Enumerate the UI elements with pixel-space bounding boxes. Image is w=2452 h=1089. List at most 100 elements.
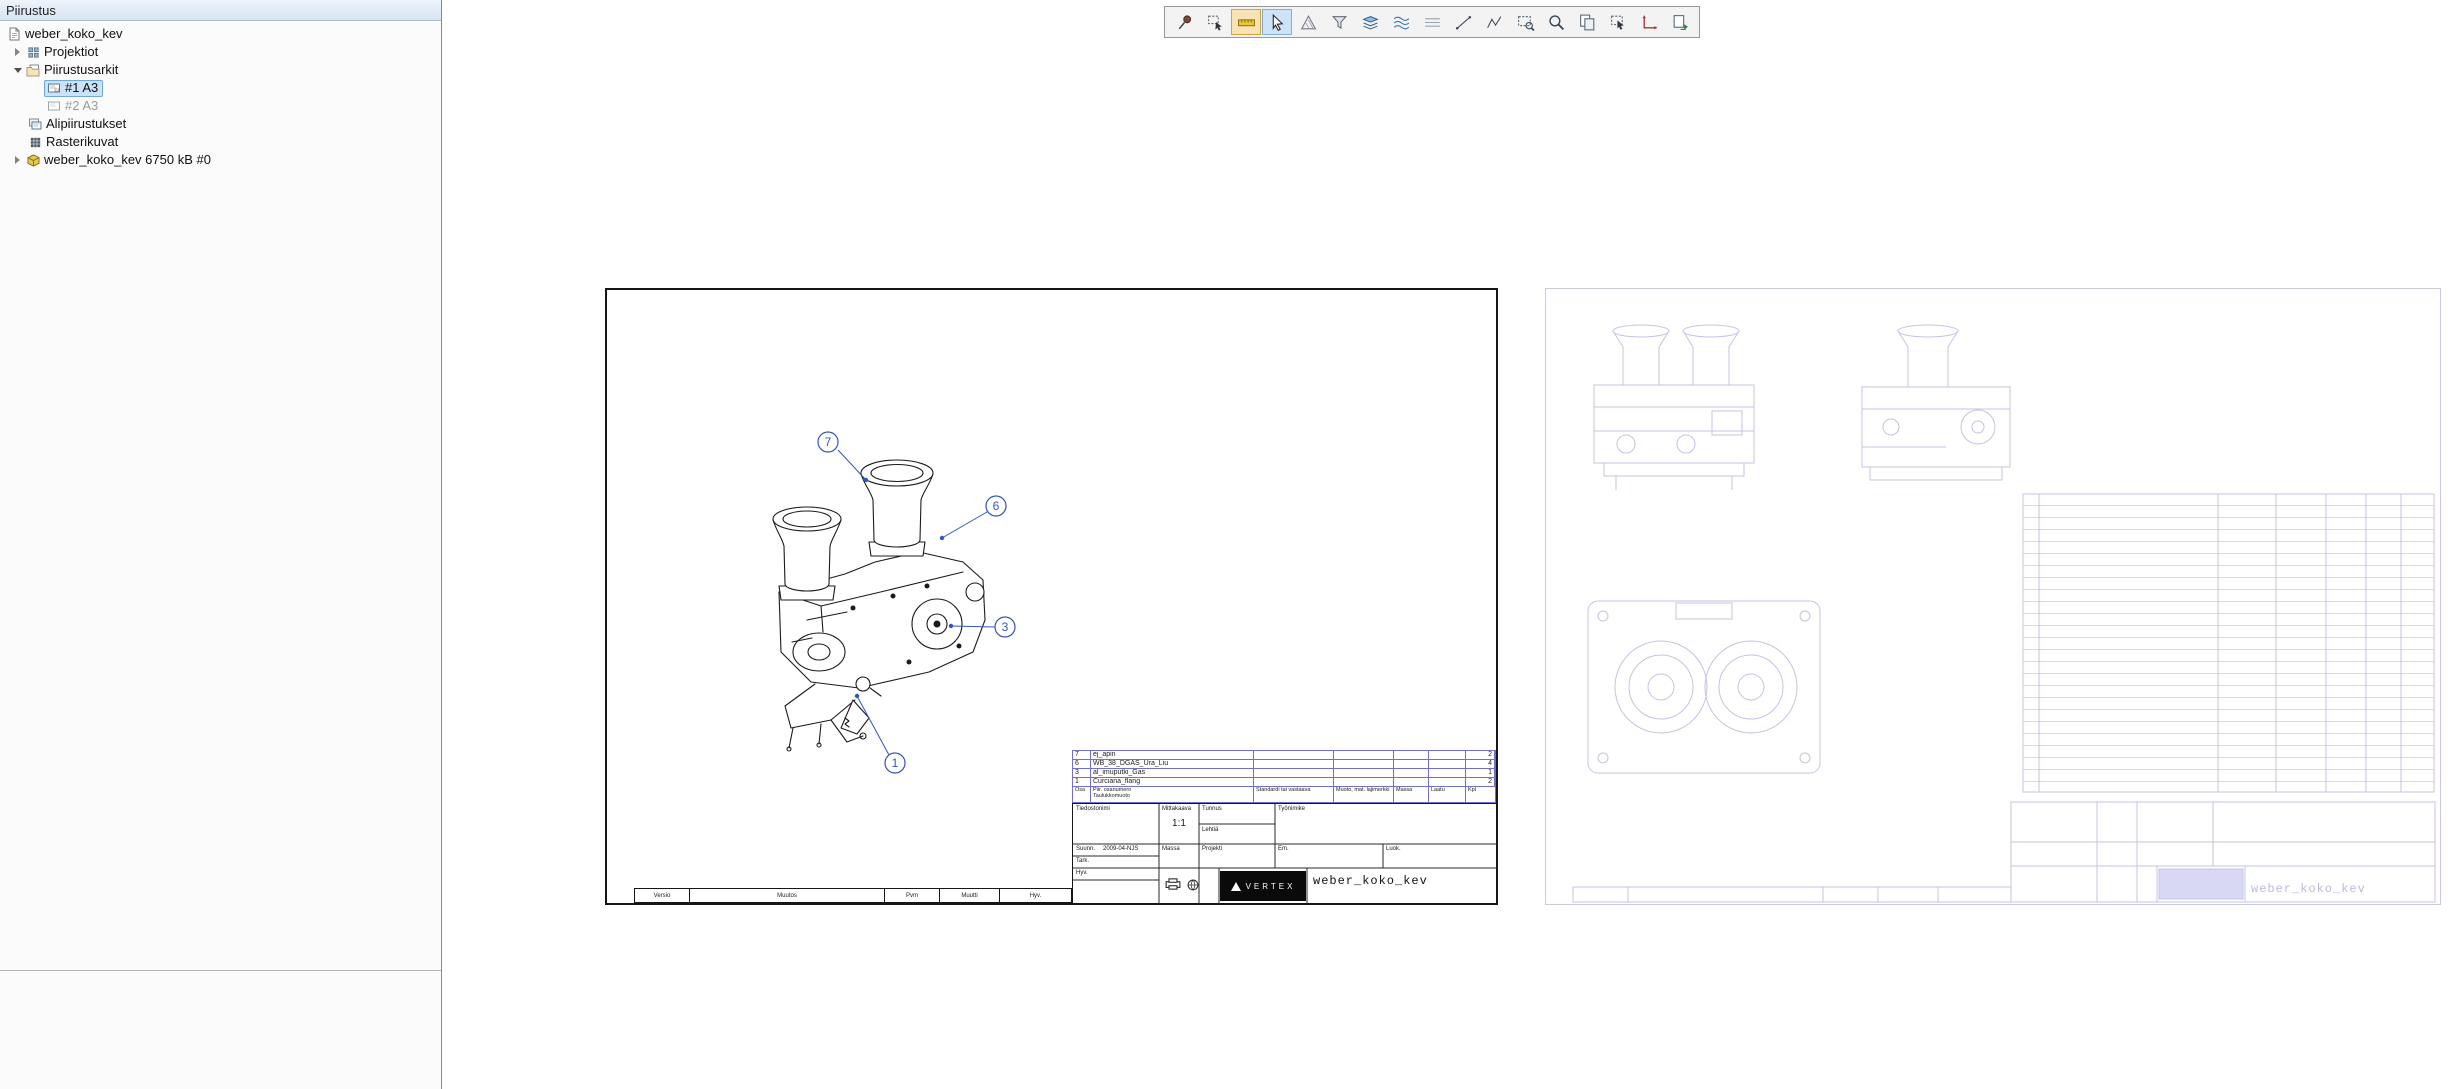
tree-item-model-weber-koko-kev[interactable]: weber_koko_kev 6750 kB #0 bbox=[0, 151, 441, 169]
tree-item-label: #2 A3 bbox=[65, 97, 98, 115]
bom-qty: 2 bbox=[1466, 751, 1495, 760]
sheets-folder-icon bbox=[25, 63, 41, 78]
id-label: Tunnus bbox=[1202, 806, 1222, 813]
zoom-tool-button[interactable] bbox=[1541, 9, 1571, 35]
title-label: Työnimike bbox=[1278, 806, 1305, 813]
surfaces-tool-button[interactable] bbox=[1386, 9, 1416, 35]
drawing-sheet-1[interactable]: 7 6 3 1 7 ej_apin 2 6 bbox=[605, 288, 1498, 905]
bom-cell bbox=[1254, 769, 1334, 778]
tree-item-label: Piirustusarkit bbox=[44, 61, 118, 79]
tree-item-weber-koko-kev[interactable]: weber_koko_kev bbox=[0, 25, 441, 43]
bom-cell bbox=[1394, 769, 1429, 778]
bom-header-mass: Massa bbox=[1394, 787, 1429, 802]
title-block: Tiedostonimi Mittakaava 1:1 Tunnus Lehti… bbox=[1072, 803, 1496, 903]
axes-tool-button[interactable] bbox=[1634, 9, 1664, 35]
tree-item-sheet-2-a3[interactable]: #2 A3 bbox=[0, 97, 441, 115]
filter-tool-button[interactable] bbox=[1324, 9, 1354, 35]
revision-col-muutos: Muutos bbox=[690, 889, 885, 902]
bom-part-name: ej_apin bbox=[1091, 751, 1254, 760]
drawing-name: weber_koko_kev bbox=[1313, 878, 1428, 885]
pin-tool-button[interactable] bbox=[1169, 9, 1199, 35]
bom-cell bbox=[1394, 778, 1429, 787]
vertex-logo-text: VERTEX bbox=[1246, 882, 1296, 891]
line-tool-button[interactable] bbox=[1448, 9, 1478, 35]
hatch-tool-button[interactable] bbox=[1293, 9, 1323, 35]
model-3d-icon bbox=[25, 153, 41, 168]
bom-qty: 2 bbox=[1466, 778, 1495, 787]
balloon-1-number: 1 bbox=[892, 756, 899, 770]
polyline-tool-button[interactable] bbox=[1479, 9, 1509, 35]
tree-item-alipiirustukset[interactable]: Alipiirustukset bbox=[0, 115, 441, 133]
expand-collapsed-icon[interactable] bbox=[12, 47, 23, 58]
projects-icon bbox=[25, 45, 41, 60]
bom-header-qty: Kpl bbox=[1466, 787, 1495, 802]
balloon-7[interactable]: 7 bbox=[818, 432, 868, 482]
globe-icon[interactable] bbox=[1187, 879, 1199, 894]
raster-image-icon bbox=[27, 135, 43, 150]
file-label: Tiedostonimi bbox=[1076, 806, 1110, 813]
new-sheet-tool-button[interactable] bbox=[1665, 9, 1695, 35]
tree-item-projektiot[interactable]: Projektiot bbox=[0, 43, 441, 61]
parts-list: 7 ej_apin 2 6 WB_38_DGAS_Ura_Liu 4 3 al_… bbox=[1072, 750, 1496, 803]
tree-item-label: Rasterikuvat bbox=[46, 133, 118, 151]
tree-item-label: Projektiot bbox=[44, 43, 98, 61]
balloon-6[interactable]: 6 bbox=[940, 496, 1006, 540]
expand-collapsed-icon[interactable] bbox=[12, 155, 23, 166]
designed-label: Suunn. bbox=[1076, 846, 1095, 853]
bom-cell bbox=[1334, 751, 1394, 760]
sheet-2-graphics: weber_koko_kev bbox=[1546, 289, 2440, 904]
class-label: Luok. bbox=[1386, 846, 1401, 853]
bom-cell bbox=[1254, 778, 1334, 787]
zoom-window-tool-button[interactable] bbox=[1510, 9, 1540, 35]
drawing-document-icon bbox=[6, 27, 22, 42]
bom-cell: 6 bbox=[1073, 760, 1091, 769]
checked-label: Tark. bbox=[1076, 858, 1089, 865]
bom-qty: 1 bbox=[1466, 769, 1495, 778]
layers-tool-button[interactable] bbox=[1355, 9, 1385, 35]
ghost-parts-table bbox=[2023, 494, 2434, 792]
vertex-logo-triangle bbox=[1231, 882, 1241, 891]
pointer-tool-button[interactable] bbox=[1262, 9, 1292, 35]
measure-tool-button[interactable] bbox=[1231, 9, 1261, 35]
top-view bbox=[1588, 601, 1820, 773]
bom-cell bbox=[1429, 751, 1466, 760]
balloon-3-number: 3 bbox=[1002, 620, 1009, 634]
side-view bbox=[1862, 325, 2010, 480]
front-view bbox=[1594, 325, 1754, 490]
revision-col-versio: Versio bbox=[635, 889, 690, 902]
scale-value: 1:1 bbox=[1159, 820, 1199, 827]
approved-label: Hyv. bbox=[1076, 870, 1088, 877]
carburetor-isometric-view[interactable] bbox=[773, 460, 985, 751]
bom-cell: 1 bbox=[1073, 778, 1091, 787]
tree-item-sheet-1-a3[interactable]: #1 A3 bbox=[0, 79, 441, 97]
sheet-icon bbox=[46, 99, 62, 114]
balloon-6-number: 6 bbox=[993, 499, 1000, 513]
expand-expanded-icon[interactable] bbox=[12, 65, 23, 76]
subdrawing-icon bbox=[27, 117, 43, 132]
floating-toolbar bbox=[1164, 6, 1700, 38]
panel-header[interactable]: Piirustus bbox=[0, 0, 441, 21]
ghost-revision-table bbox=[1573, 887, 2011, 902]
tree-item-rasterikuvat[interactable]: Rasterikuvat bbox=[0, 133, 441, 151]
bom-cell bbox=[1254, 760, 1334, 769]
drawing-sheet-2-preview[interactable]: weber_koko_kev bbox=[1545, 288, 2441, 905]
ghost-logo bbox=[2159, 869, 2243, 899]
bom-header-pos: Osa bbox=[1073, 787, 1091, 802]
plot-icon[interactable] bbox=[1165, 878, 1181, 893]
select-region-tool-button[interactable] bbox=[1200, 9, 1230, 35]
tree-item-label: #1 A3 bbox=[65, 79, 98, 97]
project-label: Projekti bbox=[1202, 846, 1222, 853]
panel-title: Piirustus bbox=[6, 3, 56, 18]
copy-view-tool-button[interactable] bbox=[1572, 9, 1602, 35]
tree-item-piirustusarkit[interactable]: Piirustusarkit bbox=[0, 61, 441, 79]
planes-tool-button[interactable] bbox=[1417, 9, 1447, 35]
balloon-7-number: 7 bbox=[825, 435, 832, 449]
bom-header-grade: Laatu bbox=[1429, 787, 1466, 802]
drawing-browser-panel: Piirustus weber_koko_kev Projektiot bbox=[0, 0, 442, 1089]
bom-header-material: Muoto, mat. lajimerkki bbox=[1334, 787, 1394, 802]
zoom-select-tool-button[interactable] bbox=[1603, 9, 1633, 35]
revision-col-hyv: Hyv. bbox=[1000, 889, 1071, 902]
tree-item-label: Alipiirustukset bbox=[46, 115, 126, 133]
revision-col-muutti: Muutti bbox=[940, 889, 1000, 902]
bom-cell bbox=[1334, 778, 1394, 787]
